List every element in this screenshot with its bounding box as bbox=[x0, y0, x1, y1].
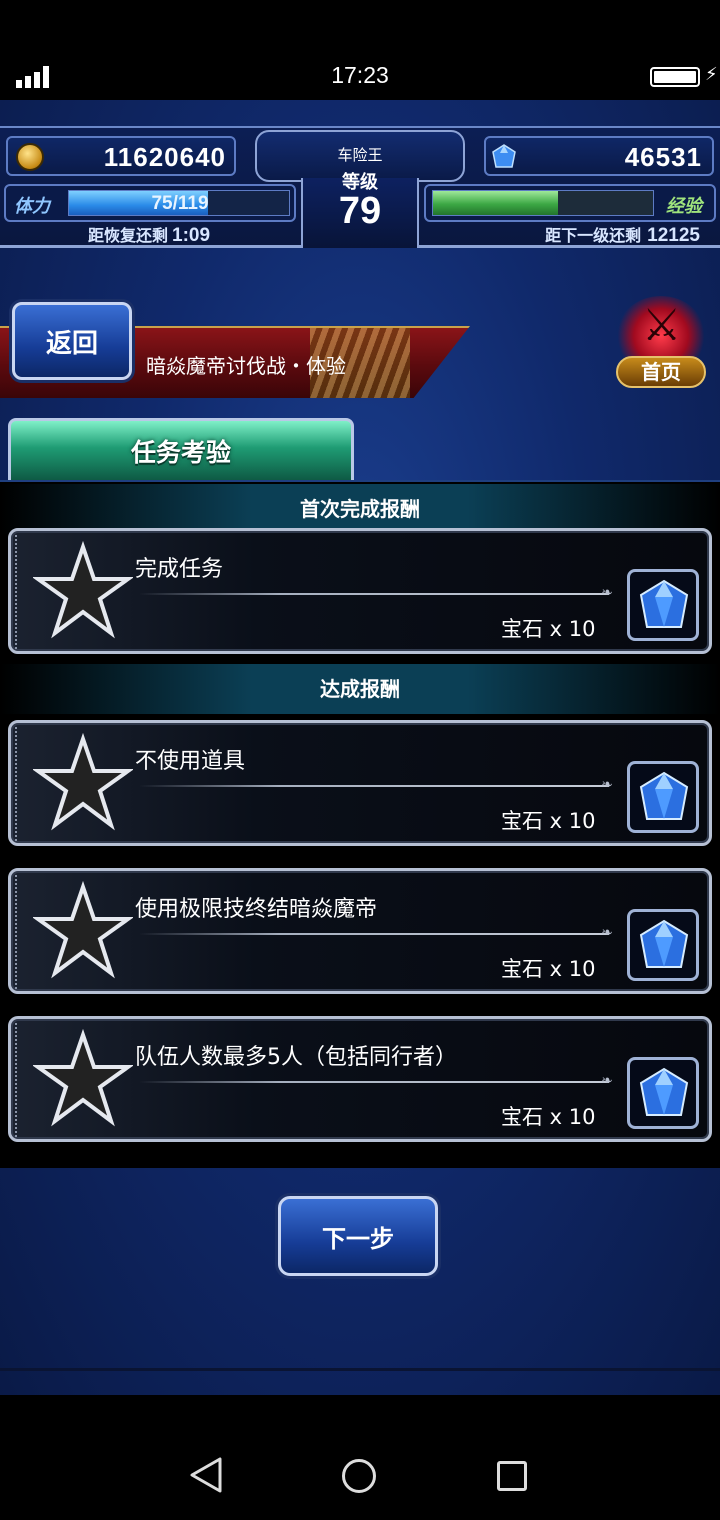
recover-timer: 距恢复还剩 1:09 bbox=[88, 222, 210, 247]
next-level-label: 距下一级还剩 bbox=[545, 226, 642, 245]
top-hud: 11620640 车险王 等级 79 46531 体力 75/119 距恢复还剩… bbox=[0, 126, 720, 248]
gem-icon bbox=[639, 919, 689, 968]
tab-label: 任务考验 bbox=[130, 437, 231, 467]
star-icon bbox=[33, 733, 133, 831]
next-button[interactable]: 下一步 bbox=[278, 1196, 438, 1276]
charging-icon: ⚡ bbox=[705, 64, 718, 85]
stamina-gauge: 体力 75/119 bbox=[4, 184, 296, 222]
next-level-remaining: 距下一级还剩 12125 bbox=[545, 222, 700, 247]
status-bar: 17:23 ⚡ bbox=[0, 0, 720, 100]
next-level-value: 12125 bbox=[647, 225, 700, 246]
mission-name: 不使用道具 bbox=[135, 749, 246, 774]
gem-counter: 46531 bbox=[484, 136, 714, 176]
home-button[interactable]: ⚔ 首页 bbox=[608, 296, 714, 392]
section-achievement: 达成报酬 bbox=[0, 664, 720, 714]
mission-reward: 宝石 x 10 bbox=[501, 957, 596, 981]
mission-name: 完成任务 bbox=[135, 557, 224, 582]
mission-name: 使用极限技终结暗焱魔帝 bbox=[135, 897, 378, 922]
mission-card[interactable]: 使用极限技终结暗焱魔帝 ❧ 宝石 x 10 bbox=[8, 868, 712, 994]
mission-reward: 宝石 x 10 bbox=[501, 1105, 596, 1129]
back-button[interactable]: 返回 bbox=[12, 302, 132, 380]
coin-icon bbox=[16, 143, 44, 171]
stamina-text: 75/119 bbox=[151, 193, 209, 214]
mission-card[interactable]: 队伍人数最多5人（包括同行者） ❧ 宝石 x 10 bbox=[8, 1016, 712, 1142]
mission-title: 暗焱魔帝讨伐战・体验 bbox=[146, 354, 346, 378]
gem-value: 46531 bbox=[624, 142, 702, 172]
home-label: 首页 bbox=[616, 356, 706, 388]
reward-gem-slot bbox=[627, 569, 699, 641]
gem-icon bbox=[639, 771, 689, 820]
nav-back-icon[interactable] bbox=[188, 1455, 224, 1495]
exp-gauge: 经验 bbox=[424, 184, 716, 222]
system-nav-bar bbox=[0, 1395, 720, 1520]
game-screen: 11620640 车险王 等级 79 46531 体力 75/119 距恢复还剩… bbox=[0, 100, 720, 1395]
recover-time: 1:09 bbox=[172, 225, 211, 246]
stamina-label: 体力 bbox=[14, 196, 50, 217]
nav-home-icon[interactable] bbox=[342, 1459, 376, 1493]
mission-name: 队伍人数最多5人（包括同行者） bbox=[135, 1045, 457, 1070]
gil-value: 11620640 bbox=[103, 142, 226, 172]
player-name: 车险王 bbox=[337, 146, 383, 164]
star-icon bbox=[33, 1029, 133, 1127]
battery-icon bbox=[650, 67, 700, 87]
reward-gem-slot bbox=[627, 761, 699, 833]
star-icon bbox=[33, 881, 133, 979]
reward-gem-slot bbox=[627, 909, 699, 981]
gem-icon bbox=[492, 144, 516, 168]
gil-counter: 11620640 bbox=[6, 136, 236, 176]
section-first-clear: 首次完成报酬 bbox=[0, 484, 720, 534]
nav-recent-icon[interactable] bbox=[497, 1461, 527, 1491]
tab-quest-trials[interactable]: 任务考验 bbox=[8, 418, 354, 480]
star-icon bbox=[33, 541, 133, 639]
exp-label: 经验 bbox=[666, 196, 702, 217]
mission-card[interactable]: 完成任务 ❧ 宝石 x 10 bbox=[8, 528, 712, 654]
mission-reward: 宝石 x 10 bbox=[501, 617, 596, 641]
gem-icon bbox=[639, 579, 689, 628]
recover-label: 距恢复还剩 bbox=[88, 226, 169, 245]
crossed-swords-icon: ⚔ bbox=[642, 300, 682, 351]
mission-card[interactable]: 不使用道具 ❧ 宝石 x 10 bbox=[8, 720, 712, 846]
gem-icon bbox=[639, 1067, 689, 1116]
mission-reward: 宝石 x 10 bbox=[501, 809, 596, 833]
mission-list-panel: 首次完成报酬 完成任务 ❧ 宝石 x 10 达成报酬 不使用道具 ❧ 宝石 x … bbox=[0, 480, 720, 1168]
exp-fill bbox=[433, 191, 559, 215]
status-time: 17:23 bbox=[331, 62, 389, 88]
reward-gem-slot bbox=[627, 1057, 699, 1129]
divider bbox=[0, 1368, 720, 1371]
